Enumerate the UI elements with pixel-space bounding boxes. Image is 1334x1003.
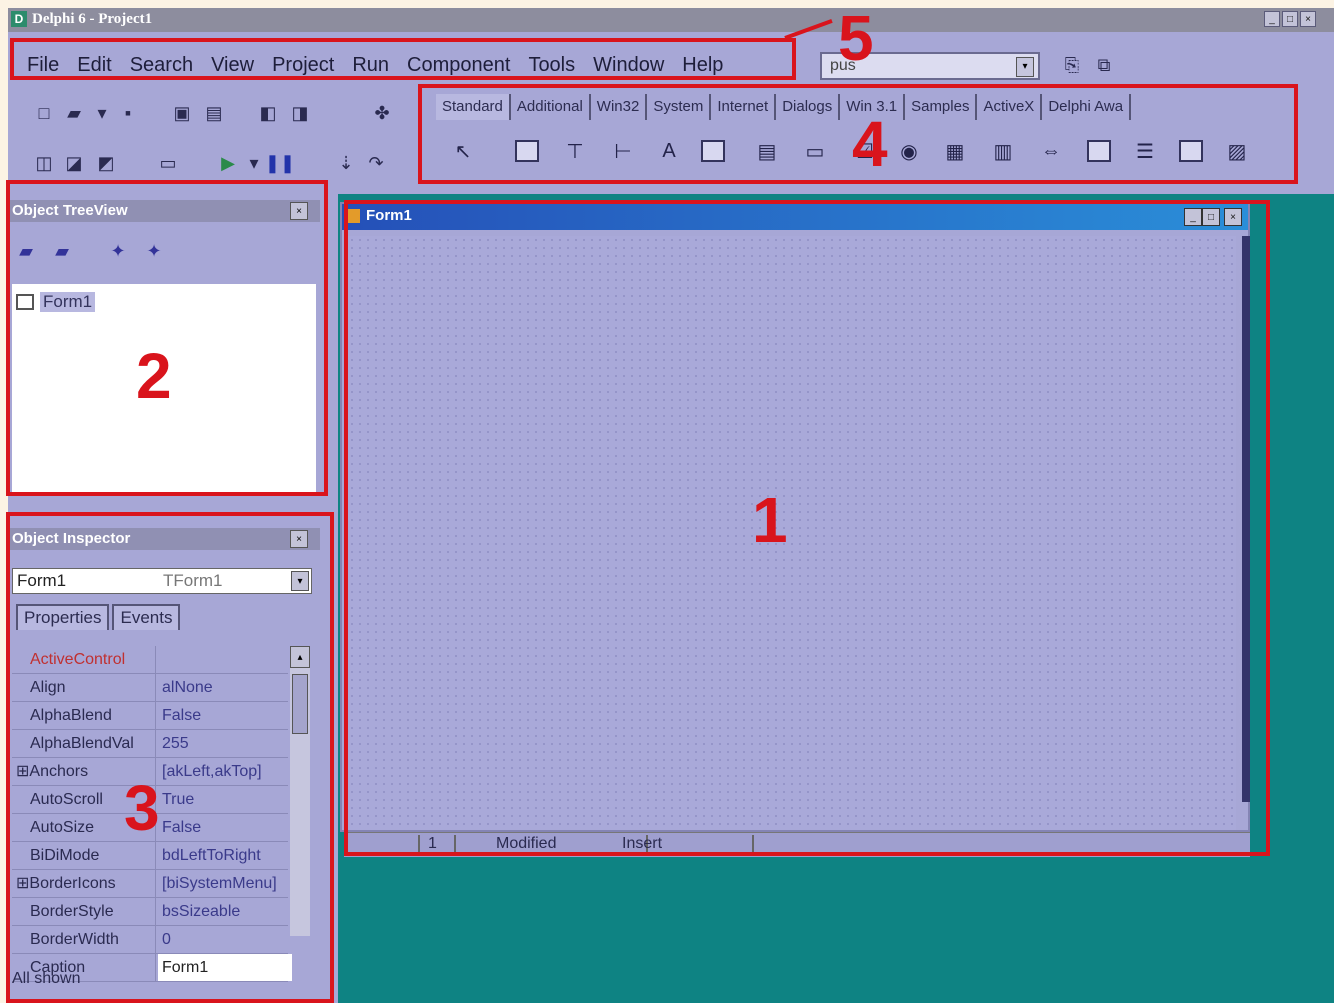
new-icon[interactable]: □ <box>30 100 58 126</box>
debug-desktop-icon[interactable]: ⧉ <box>1090 52 1118 78</box>
run-icon[interactable]: ▶ <box>214 150 242 176</box>
annotation-frame-1 <box>344 200 1270 856</box>
step-over-icon[interactable]: ↷ <box>362 150 390 176</box>
run-dropdown-icon[interactable]: ▾ <box>240 150 268 176</box>
save-icon[interactable]: ▪ <box>114 100 142 126</box>
annotation-frame-2 <box>6 180 328 496</box>
view-form-icon[interactable]: ◪ <box>60 150 88 176</box>
annotation-number-2: 2 <box>136 340 172 412</box>
view-unit-icon[interactable]: ◫ <box>30 150 58 176</box>
annotation-number-4: 4 <box>852 108 888 180</box>
add-file-icon[interactable]: ◧ <box>254 100 282 126</box>
remove-file-icon[interactable]: ◨ <box>286 100 314 126</box>
close-button[interactable]: × <box>1300 11 1316 27</box>
save-desktop-icon[interactable]: ⎘ <box>1058 52 1086 78</box>
toggle-form-unit-icon[interactable]: ◩ <box>92 150 120 176</box>
dropdown-arrow-icon[interactable]: ▾ <box>88 100 116 126</box>
maximize-button[interactable]: □ <box>1282 11 1298 27</box>
delphi-app-icon: D <box>11 11 27 27</box>
open-project-icon[interactable]: ▤ <box>200 100 228 126</box>
save-all-icon[interactable]: ▣ <box>168 100 196 126</box>
annotation-frame-3 <box>6 512 334 1003</box>
title-bar: D Delphi 6 - Project1 _ □ × <box>8 8 1334 32</box>
chevron-down-icon[interactable]: ▾ <box>1016 57 1034 77</box>
trace-into-icon[interactable]: ⇣ <box>332 150 360 176</box>
annotation-number-3: 3 <box>124 772 160 844</box>
annotation-number-5: 5 <box>838 2 874 74</box>
pause-icon[interactable]: ❚❚ <box>265 150 295 176</box>
open-icon[interactable]: ▰ <box>60 100 88 126</box>
annotation-frame-5 <box>10 38 796 80</box>
window-title: Delphi 6 - Project1 <box>32 11 153 27</box>
annotation-number-1: 1 <box>752 484 788 556</box>
new-form-icon[interactable]: ▭ <box>154 150 182 176</box>
minimize-button[interactable]: _ <box>1264 11 1280 27</box>
help-icon[interactable]: ✤ <box>368 100 396 126</box>
